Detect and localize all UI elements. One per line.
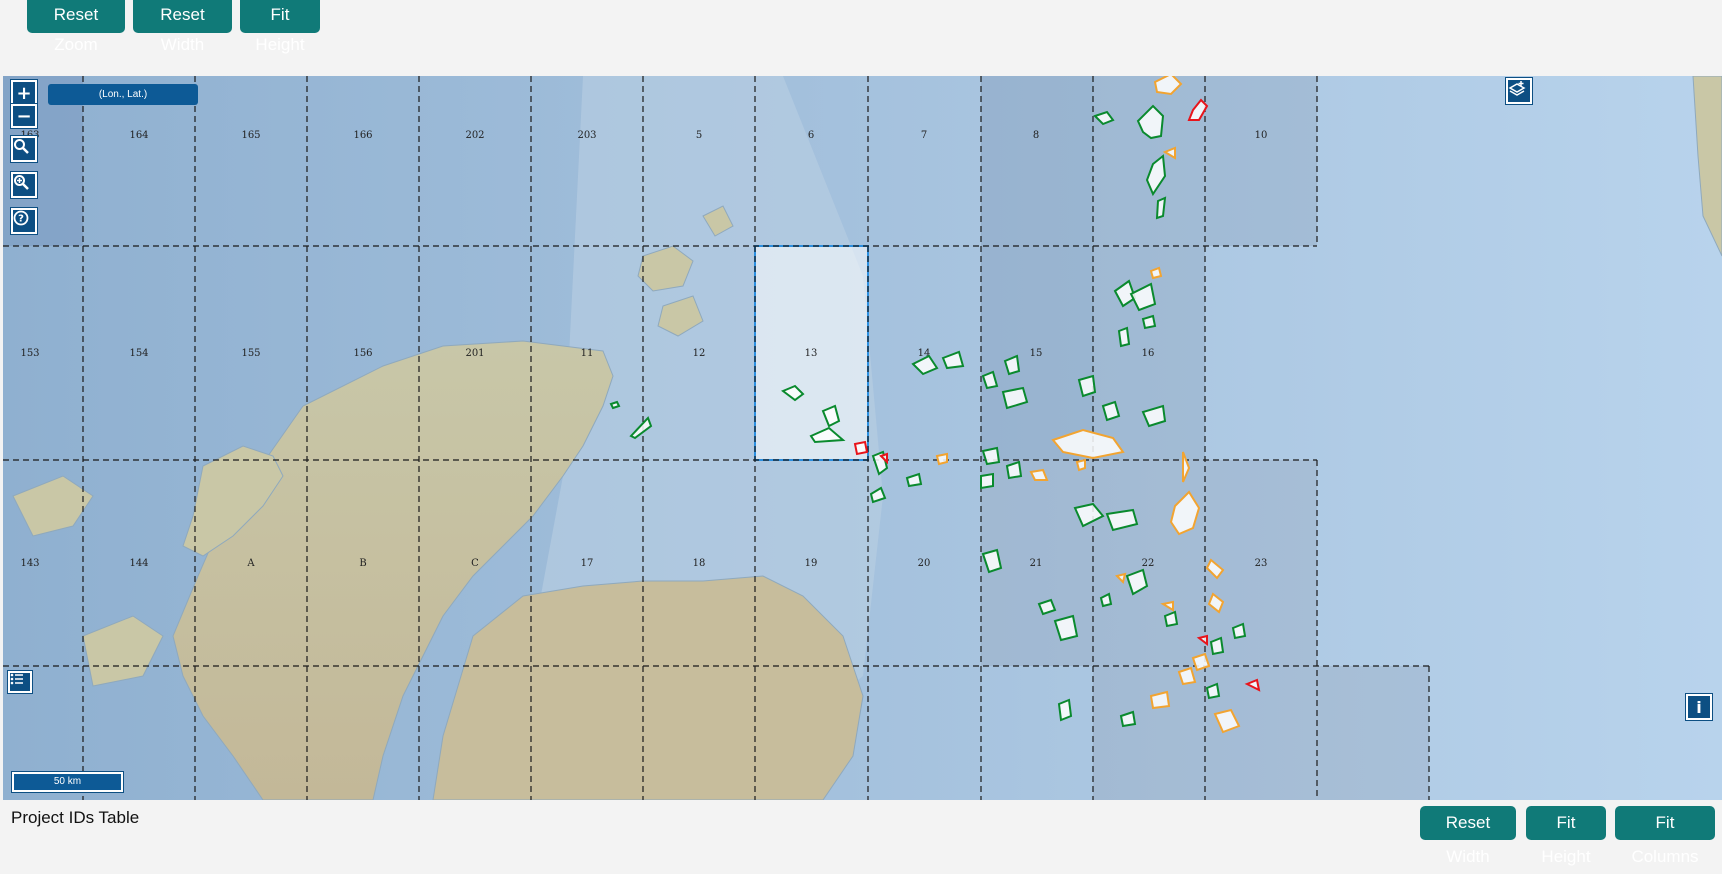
block-label: A (246, 558, 255, 569)
reset-width-button[interactable]: Reset Width (1420, 806, 1516, 866)
info-icon[interactable]: i (1686, 694, 1712, 720)
zoom-out-button[interactable]: − (11, 104, 37, 128)
reset-width-button[interactable]: Reset Width (133, 0, 232, 54)
block-label: 17 (581, 558, 594, 569)
reset-zoom-button[interactable]: Reset Zoom (27, 0, 125, 54)
help-icon[interactable]: ? (11, 208, 37, 234)
bottom-toolbar: Project IDs Table Reset Width Fit Height… (0, 800, 1722, 866)
coordinate-display: (Lon., Lat.) (48, 84, 198, 105)
fit-height-button[interactable]: Fit Height (1526, 806, 1606, 866)
map-canvas: 163 164 165 166 202 203 5 6 7 8 10 153 1… (3, 76, 1722, 800)
zoom-in-button[interactable]: + (11, 80, 37, 104)
block-label: 10 (1255, 130, 1268, 141)
block-label: 20 (918, 558, 931, 569)
block-label: 22 (1142, 558, 1155, 569)
block-label: 13 (805, 348, 818, 359)
block-label: 21 (1030, 558, 1043, 569)
block-label: 16 (1142, 348, 1155, 359)
block-label: 6 (808, 130, 814, 141)
block-label: 154 (129, 348, 148, 359)
block-label: 7 (921, 130, 927, 141)
block-label: 202 (465, 130, 484, 141)
layers-icon[interactable] (1506, 78, 1532, 104)
legend-list-icon[interactable] (8, 671, 32, 693)
block-label: 166 (353, 130, 372, 141)
block-label: 155 (241, 348, 260, 359)
block-label: 164 (129, 130, 148, 141)
block-label: 165 (241, 130, 260, 141)
block-label: 156 (353, 348, 372, 359)
block-label: 23 (1255, 558, 1268, 569)
block-label: 11 (581, 348, 594, 359)
block-label: B (359, 558, 366, 569)
block-label: 5 (696, 130, 702, 141)
block-label: C (471, 558, 479, 569)
block-label: 18 (693, 558, 706, 569)
block-label: 15 (1030, 348, 1043, 359)
block-label: 8 (1033, 130, 1039, 141)
block-label: 144 (129, 558, 148, 569)
top-toolbar: Reset Zoom Reset Width Fit Height (0, 0, 1722, 76)
fit-columns-button[interactable]: Fit Columns (1615, 806, 1715, 866)
zoom-to-extent-icon[interactable] (11, 172, 37, 198)
search-icon[interactable] (11, 136, 37, 162)
map-view[interactable]: 163 164 165 166 202 203 5 6 7 8 10 153 1… (3, 76, 1722, 800)
block-label: 19 (805, 558, 818, 569)
block-label: 201 (465, 348, 484, 359)
block-label: 203 (577, 130, 596, 141)
fit-height-button[interactable]: Fit Height (240, 0, 320, 54)
scale-bar: 50 km (12, 772, 123, 792)
block-label: 12 (693, 348, 706, 359)
block-label: 153 (20, 348, 39, 359)
block-label: 143 (20, 558, 39, 569)
svg-text:?: ? (18, 214, 24, 225)
table-title: Project IDs Table (11, 808, 140, 827)
